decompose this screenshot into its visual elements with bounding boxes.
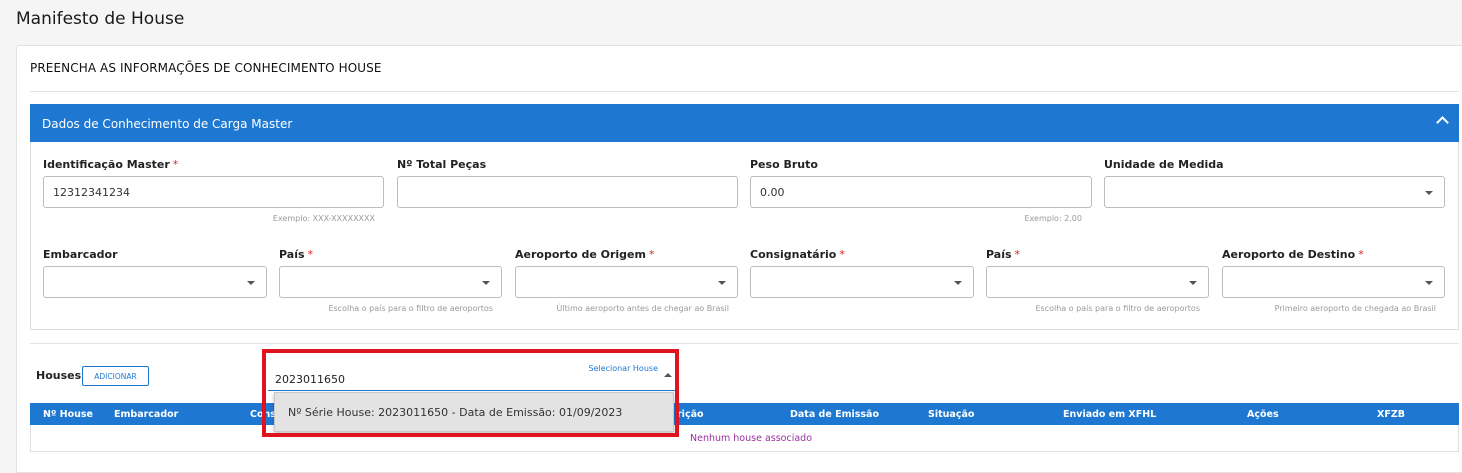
- chevron-down-icon: [247, 281, 255, 285]
- col-acoes[interactable]: Ações: [1247, 409, 1279, 420]
- card-title: PREENCHA AS INFORMAÇÕES DE CONHECIMENTO …: [30, 61, 382, 75]
- peso-bruto-input[interactable]: 0.00: [750, 176, 1092, 208]
- col-embarcador[interactable]: Embarcador: [114, 409, 178, 420]
- aeroporto-destino-label: Aeroporto de Destino *: [1222, 248, 1364, 261]
- pais-origem-select[interactable]: [279, 266, 502, 298]
- pais-destino-label: País *: [986, 248, 1021, 261]
- chevron-down-icon: [1425, 191, 1433, 195]
- chevron-down-icon: [1425, 281, 1433, 285]
- col-n-house[interactable]: Nº House: [43, 409, 93, 420]
- unidade-medida-label: Unidade de Medida: [1104, 158, 1224, 171]
- pais-origem-hint: Escolha o país para o filtro de aeroport…: [328, 304, 493, 313]
- chevron-down-icon: [1189, 281, 1197, 285]
- consignatario-select[interactable]: [750, 266, 974, 298]
- aeroporto-origem-select[interactable]: [515, 266, 738, 298]
- peso-bruto-hint: Exemplo: 2.00: [1024, 214, 1082, 223]
- col-descricao[interactable]: rição: [677, 409, 704, 420]
- unidade-medida-select[interactable]: [1104, 176, 1445, 208]
- master-id-label: Identificação Master *: [43, 158, 179, 171]
- col-enviado-xfhl[interactable]: Enviado em XFHL: [1063, 409, 1156, 420]
- master-id-hint: Exemplo: XXX-XXXXXXXX: [272, 214, 375, 223]
- aeroporto-destino-select[interactable]: [1222, 266, 1445, 298]
- col-situacao[interactable]: Situação: [928, 409, 974, 420]
- aeroporto-origem-label: Aeroporto de Origem *: [515, 248, 655, 261]
- houses-label: Houses: [36, 369, 82, 382]
- aeroporto-destino-hint: Primeiro aeroporto de chegada ao Brasil: [1274, 304, 1436, 313]
- pais-origem-label: País *: [279, 248, 314, 261]
- highlight-box: [262, 349, 679, 437]
- embarcador-label: Embarcador: [43, 248, 118, 261]
- peso-bruto-label: Peso Bruto: [750, 158, 818, 171]
- pais-destino-select[interactable]: [986, 266, 1209, 298]
- chevron-down-icon: [954, 281, 962, 285]
- total-pecas-input[interactable]: [397, 176, 738, 208]
- divider: [30, 91, 1459, 92]
- col-data-emissao[interactable]: Data de Emissão: [790, 409, 879, 420]
- col-xfzb[interactable]: XFZB: [1377, 409, 1405, 420]
- panel-title: Dados de Conhecimento de Carga Master: [42, 117, 293, 131]
- add-house-button[interactable]: ADICIONAR: [82, 366, 149, 386]
- chevron-down-icon: [482, 281, 490, 285]
- divider: [30, 343, 1459, 344]
- empty-table-message: Nenhum house associado: [690, 433, 813, 444]
- embarcador-select[interactable]: [43, 266, 267, 298]
- master-panel-header[interactable]: Dados de Conhecimento de Carga Master: [30, 104, 1459, 142]
- chevron-up-icon[interactable]: [1436, 116, 1449, 129]
- total-pecas-label: Nº Total Peças: [397, 158, 487, 171]
- chevron-down-icon: [718, 281, 726, 285]
- houses-table-header: Nº House Embarcador Consi rição Data de …: [30, 403, 1459, 425]
- consignatario-label: Consignatário *: [750, 248, 845, 261]
- master-id-input[interactable]: 12312341234: [43, 176, 384, 208]
- aeroporto-origem-hint: Último aeroporto antes de chegar ao Bras…: [556, 304, 729, 313]
- pais-destino-hint: Escolha o país para o filtro de aeroport…: [1035, 304, 1200, 313]
- page-title: Manifesto de House: [16, 9, 185, 29]
